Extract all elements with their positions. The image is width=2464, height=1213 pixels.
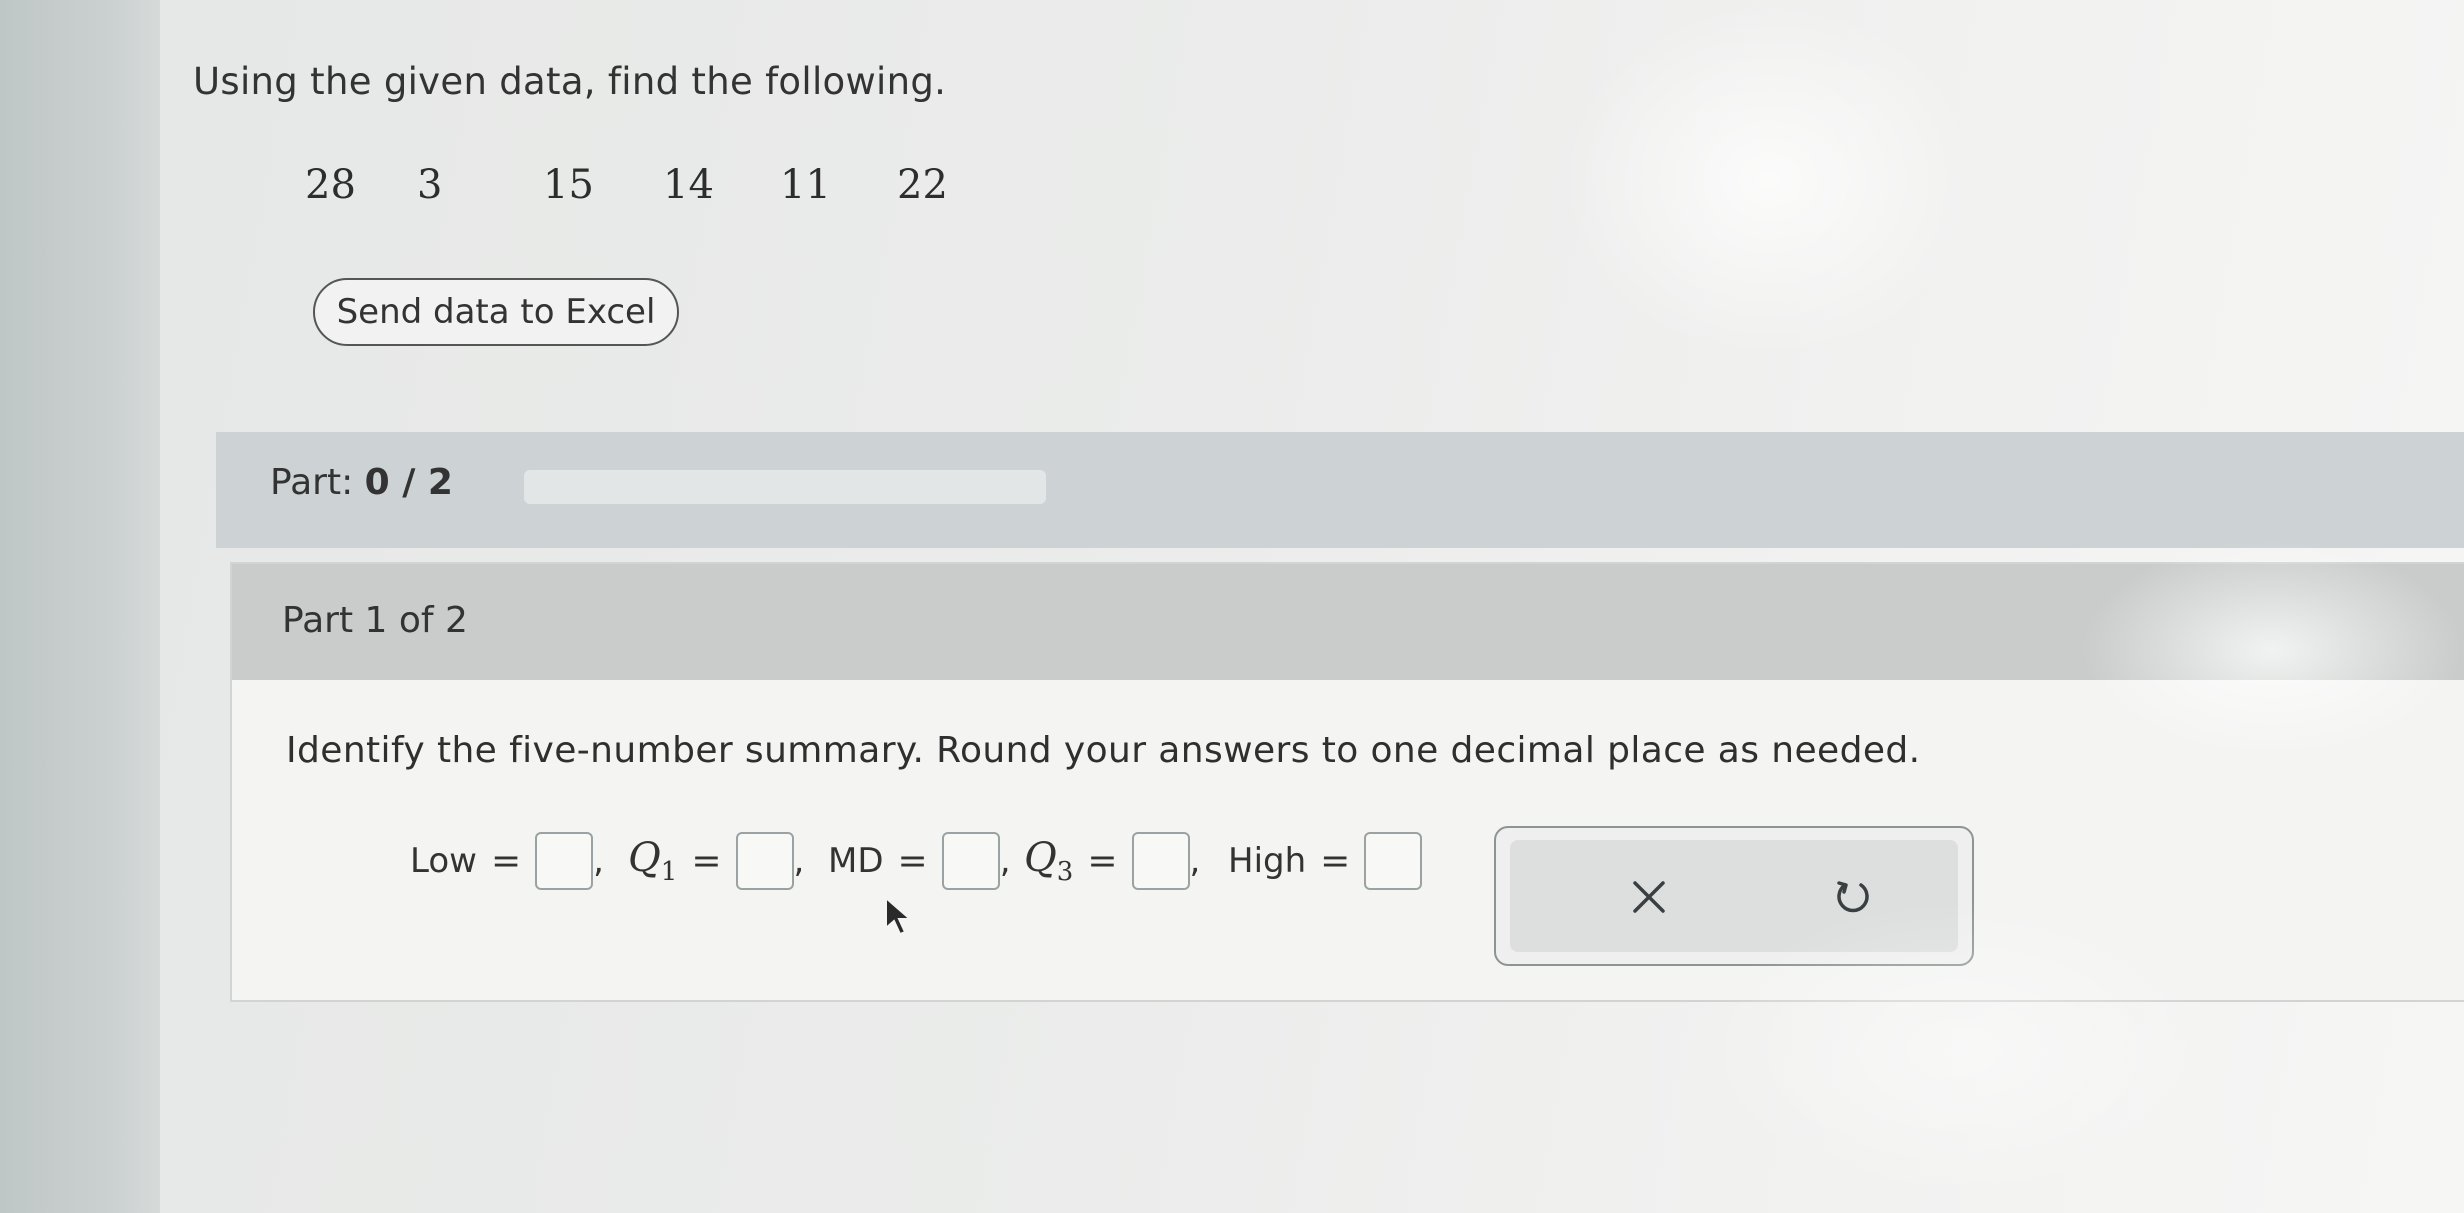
send-to-excel-button[interactable]: Send data to Excel (313, 278, 679, 346)
q1-label: Q1 (628, 835, 678, 887)
high-label: High (1228, 841, 1307, 881)
part-header: Part 1 of 2 (232, 564, 2464, 680)
low-label: Low (410, 841, 477, 881)
md-label: MD (828, 841, 884, 881)
separator: , (793, 841, 805, 881)
separator: , (999, 841, 1011, 881)
equals-sign: = (490, 840, 522, 882)
part-progress-prefix: Part: (270, 462, 354, 503)
separator: , (593, 841, 604, 881)
problem-prompt: Using the given data, find the following… (193, 60, 947, 103)
equals-sign: = (897, 840, 928, 882)
low-input[interactable] (535, 832, 594, 890)
md-group: MD = , (828, 826, 1011, 896)
progress-track (524, 470, 1046, 504)
part-header-title: Part 1 of 2 (282, 600, 468, 641)
high-group: High = (1228, 826, 1423, 896)
equals-sign: = (1087, 840, 1118, 882)
undo-icon[interactable] (1826, 870, 1880, 924)
left-margin (0, 0, 160, 1213)
q1-input[interactable] (735, 832, 794, 890)
close-icon[interactable] (1622, 870, 1676, 924)
data-value: 11 (780, 162, 831, 208)
low-group: Low = , (410, 826, 604, 896)
q3-input[interactable] (1131, 832, 1190, 890)
separator: , (1189, 841, 1201, 881)
answer-actions (1494, 826, 1974, 966)
md-input[interactable] (941, 832, 1000, 890)
high-input[interactable] (1364, 832, 1423, 890)
question-card: Part 1 of 2 (230, 562, 2464, 1002)
part-progress-label: Part: 0 / 2 (270, 462, 453, 503)
q3-group: Q3 = , (1024, 826, 1200, 896)
question-text: Identify the five-number summary. Round … (286, 730, 1921, 771)
equals-sign: = (691, 840, 722, 882)
data-value: 28 (305, 162, 356, 208)
part-progress-value: 0 / 2 (364, 462, 453, 503)
data-value: 14 (663, 162, 714, 208)
equals-sign: = (1320, 840, 1351, 882)
data-value: 3 (417, 162, 443, 208)
mouse-cursor-icon (885, 896, 913, 936)
data-value: 22 (897, 162, 948, 208)
q1-group: Q1 = , (628, 826, 804, 896)
answer-actions-panel (1510, 840, 1958, 952)
data-value: 15 (543, 162, 594, 208)
q3-label: Q3 (1024, 835, 1074, 887)
